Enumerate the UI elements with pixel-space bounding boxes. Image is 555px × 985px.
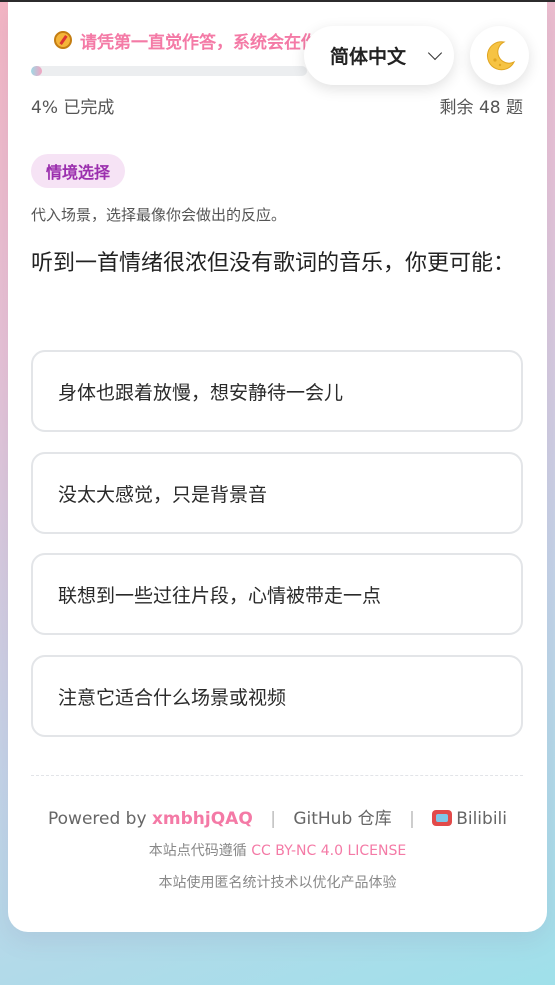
powered-by-text: Powered by <box>48 809 147 829</box>
option-label: 联想到一些过往片段，心情被带走一点 <box>58 584 382 607</box>
moon-icon <box>486 40 515 70</box>
section-badge: 情境选择 <box>31 154 126 188</box>
instruction-hint: 请凭第一直觉作答，系统会在你最有可能的波动 <box>54 30 524 50</box>
license-link[interactable]: CC BY-NC 4.0 LICENSE <box>251 843 406 859</box>
license-notice: 本站点代码遵循 CC BY-NC 4.0 LICENSE <box>0 840 555 860</box>
footer-separator: | <box>270 809 276 829</box>
theme-toggle-button[interactable] <box>470 26 529 85</box>
progress-bar <box>31 66 307 76</box>
footer-links: Powered by xmbhjQAQ | GitHub 仓库 | Bilibi… <box>0 804 555 829</box>
language-selected: 简体中文 <box>330 46 407 68</box>
bilibili-label: Bilibili <box>456 809 507 829</box>
github-link[interactable]: GitHub 仓库 <box>293 809 391 829</box>
author-link[interactable]: xmbhjQAQ <box>152 809 253 829</box>
license-prefix: 本站点代码遵循 <box>148 843 247 859</box>
answer-option-4[interactable]: 注意它适合什么场景或视频 <box>31 655 523 737</box>
question-text: 听到一首情绪很浓但没有歌词的音乐，你更可能： <box>31 251 516 276</box>
option-label: 注意它适合什么场景或视频 <box>58 686 287 709</box>
progress-done-label: 4% 已完成 <box>31 98 115 118</box>
section-subtitle: 代入场景，选择最像你会做出的反应。 <box>31 206 287 224</box>
footer-divider <box>31 775 523 776</box>
option-label: 没太大感觉，只是背景音 <box>58 483 268 506</box>
option-label: 身体也跟着放慢，想安静待一会儿 <box>58 381 344 404</box>
stats-notice: 本站使用匿名统计技术以优化产品体验 <box>158 875 397 891</box>
progress-remaining-label: 剩余 48 题 <box>439 98 523 118</box>
answer-option-2[interactable]: 没太大感觉，只是背景音 <box>31 452 523 534</box>
compass-icon <box>54 31 72 49</box>
answer-option-1[interactable]: 身体也跟着放慢，想安静待一会儿 <box>31 350 523 432</box>
chevron-down-icon <box>427 45 443 61</box>
language-select[interactable]: 简体中文 <box>304 26 454 85</box>
progress-fill <box>31 66 43 76</box>
tv-icon <box>432 810 453 826</box>
footer-separator: | <box>409 809 415 829</box>
bilibili-link[interactable]: Bilibili <box>432 809 507 829</box>
answer-option-3[interactable]: 联想到一些过往片段，心情被带走一点 <box>31 553 523 635</box>
